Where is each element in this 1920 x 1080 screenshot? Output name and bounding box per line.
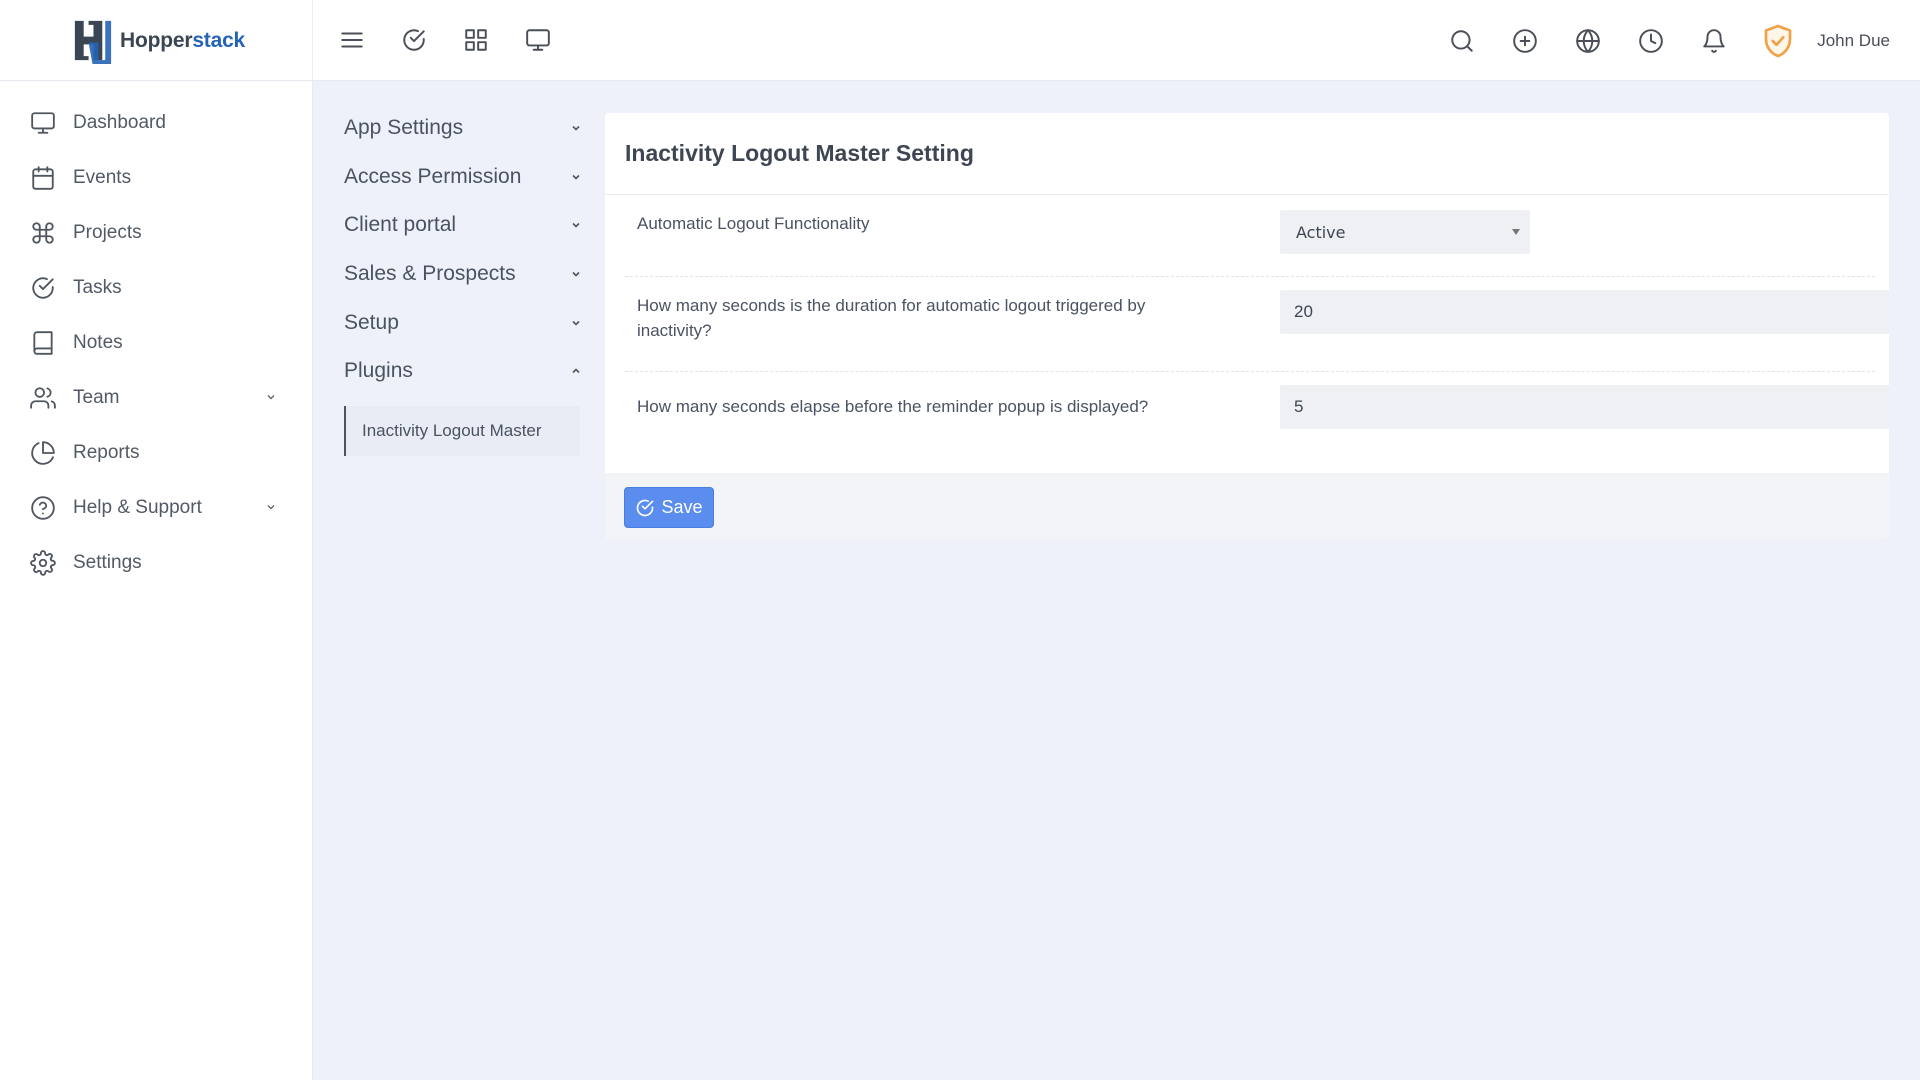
duration-input[interactable] (1280, 290, 1889, 334)
chevron-down-icon (572, 126, 580, 131)
card-footer: Save (605, 473, 1889, 539)
brand-logo[interactable]: Hopperstack (0, 0, 313, 81)
check-circle-icon[interactable] (396, 22, 432, 58)
help-circle-icon (31, 495, 55, 520)
globe-icon[interactable] (1570, 23, 1606, 59)
gear-icon (30, 549, 56, 576)
menu-item-client-portal[interactable]: Client portal (344, 201, 584, 250)
reminder-input[interactable] (1280, 385, 1889, 429)
chevron-up-icon (572, 368, 580, 374)
menu-icon[interactable] (334, 22, 370, 58)
chevron-down-icon (572, 223, 580, 229)
calendar-icon (32, 165, 54, 190)
sidebar-item-notes[interactable]: Notes (0, 315, 312, 370)
check-circle-icon (32, 276, 54, 299)
card-title: Inactivity Logout Master Setting (625, 140, 974, 166)
bell-icon[interactable] (1696, 23, 1732, 59)
sidebar-item-label: Notes (73, 331, 123, 353)
pie-chart-icon (31, 440, 55, 465)
hopperstack-logo-icon (74, 20, 112, 64)
sidebar-item-label: Reports (73, 441, 140, 463)
plus-circle-icon[interactable] (1507, 23, 1543, 59)
duration-label: How many seconds is the duration for aut… (637, 296, 1146, 340)
sidebar-item-label: Help & Support (73, 496, 202, 518)
sidebar-item-help-support[interactable]: Help & Support (0, 480, 312, 535)
menu-item-app-settings[interactable]: App Settings (344, 104, 584, 153)
chevron-down-icon[interactable] (265, 391, 277, 403)
menu-item-label: Setup (344, 310, 399, 334)
caret-down-icon (1512, 229, 1520, 235)
sidebar-item-dashboard[interactable]: Dashboard (0, 95, 312, 150)
book-icon (33, 330, 53, 355)
users-icon (30, 386, 56, 409)
sidebar-item-projects[interactable]: Projects (0, 205, 312, 260)
chevron-down-icon (572, 272, 580, 277)
chevron-down-icon[interactable] (265, 501, 277, 513)
menu-item-setup[interactable]: Setup (344, 298, 584, 347)
chevron-down-icon (572, 320, 580, 326)
sidebar: Dashboard Events Projects Tasks Notes Te… (0, 81, 313, 1080)
submenu-item-label: Inactivity Logout Master (362, 420, 542, 440)
row-divider (625, 371, 1875, 372)
search-icon[interactable] (1444, 23, 1480, 59)
card-header: Inactivity Logout Master Setting (605, 113, 1889, 195)
header-left-toolbar (334, 22, 556, 58)
sidebar-item-label: Projects (73, 221, 142, 243)
menu-item-access-permission[interactable]: Access Permission (344, 153, 584, 202)
menu-item-label: Client portal (344, 213, 457, 237)
sidebar-item-reports[interactable]: Reports (0, 425, 312, 480)
menu-item-label: App Settings (344, 116, 464, 140)
submenu-item-inactivity-logout-master[interactable]: Inactivity Logout Master (344, 405, 580, 456)
menu-item-label: Plugins (344, 359, 413, 383)
command-icon (32, 221, 54, 244)
monitor-icon[interactable] (520, 22, 556, 58)
brand-name: Hopperstack (120, 28, 246, 52)
clock-icon[interactable] (1633, 23, 1669, 59)
menu-item-sales-prospects[interactable]: Sales & Prospects (344, 250, 584, 299)
grid-icon[interactable] (458, 22, 494, 58)
auto-logout-select[interactable]: Active (1280, 210, 1530, 254)
sidebar-item-label: Team (73, 386, 120, 408)
select-value: Active (1296, 222, 1346, 242)
sidebar-item-settings[interactable]: Settings (0, 535, 312, 590)
settings-menu: App Settings Access Permission Client po… (344, 104, 584, 456)
sidebar-item-events[interactable]: Events (0, 150, 312, 205)
menu-item-label: Sales & Prospects (344, 262, 516, 286)
settings-card: Inactivity Logout Master Setting Automat… (605, 113, 1889, 539)
top-header: Hopperstack John Due (0, 0, 1920, 81)
reminder-label: How many seconds elapse before the remin… (637, 397, 1149, 416)
sidebar-item-label: Dashboard (73, 111, 166, 133)
menu-item-plugins[interactable]: Plugins (344, 347, 584, 396)
chevron-down-icon (572, 174, 580, 180)
shield-check-icon[interactable] (1759, 22, 1797, 60)
menu-item-label: Access Permission (344, 164, 522, 188)
auto-logout-label: Automatic Logout Functionality (637, 214, 870, 233)
row-divider (625, 276, 1875, 277)
sidebar-item-tasks[interactable]: Tasks (0, 260, 312, 315)
header-right-toolbar: John Due (1444, 0, 1920, 81)
check-circle-icon (637, 499, 654, 516)
sidebar-item-label: Events (73, 166, 132, 188)
sidebar-item-label: Settings (73, 551, 142, 573)
monitor-icon (31, 111, 55, 134)
save-button[interactable]: Save (624, 487, 714, 528)
sidebar-item-label: Tasks (73, 276, 122, 298)
sidebar-item-team[interactable]: Team (0, 370, 312, 425)
user-name[interactable]: John Due (1817, 31, 1890, 51)
save-button-label: Save (661, 497, 703, 517)
